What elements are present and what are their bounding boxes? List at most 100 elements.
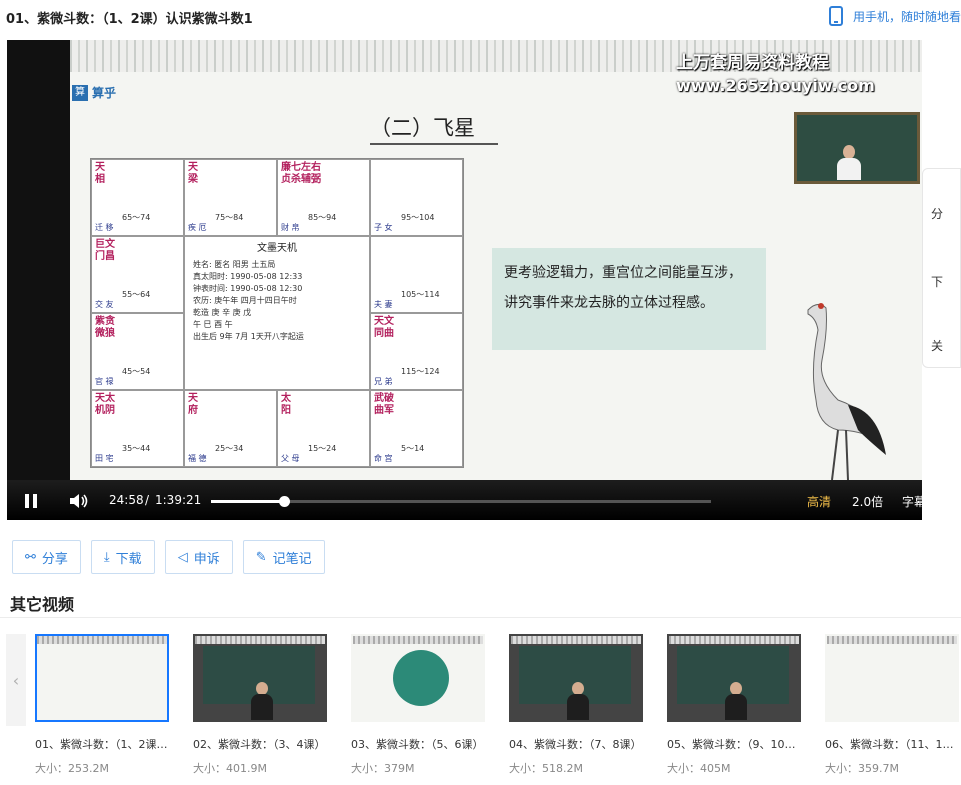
chart-cell: 武破 曲军 5～14 命 宫 xyxy=(370,390,463,467)
mobile-watch-label: 用手机，随时随地看 xyxy=(852,9,961,24)
megaphone-icon: ◁ xyxy=(177,549,188,565)
watermark-url: www.265zhouyiw.com xyxy=(676,76,875,95)
center-row: 农历: 庚午年 四月十四日午时 xyxy=(193,296,297,305)
subtitle-button[interactable]: 字幕 xyxy=(902,493,922,510)
video-item-title[interactable]: 01、紫微斗数：（1、2课）认识紫微斗数1 xyxy=(35,736,169,752)
center-row: 出生后 9年 7月 1天开八字起运 xyxy=(193,332,304,341)
cell-palace: 福 德 xyxy=(188,454,207,463)
video-item-title[interactable]: 03、紫微斗数：（5、6课） xyxy=(351,736,485,752)
video-title: 01、紫微斗数：（1、2课）认识紫微斗数1 xyxy=(6,12,253,27)
download-label: 下载 xyxy=(115,551,142,567)
download-button[interactable]: ⤓ 下载 xyxy=(90,540,155,574)
chart-cell: 廉七左右 贞杀辅弼 85～94 财 帛 xyxy=(277,159,370,236)
chart-cell: 天 梁 75～84 疾 厄 xyxy=(184,159,277,236)
video-thumbnail[interactable] xyxy=(351,634,485,722)
cell-palace: 夫 妻 xyxy=(374,300,393,309)
progress-fill xyxy=(211,500,284,503)
pause-icon[interactable] xyxy=(25,494,37,508)
related-video-item[interactable]: 03、紫微斗数：（5、6课） 大小：379M xyxy=(351,634,485,776)
cell-stars: 太 阳 xyxy=(281,393,291,416)
center-row: 真太阳时: 1990-05-08 12:33 xyxy=(193,272,303,281)
side-floating-panel: 分 下 关 xyxy=(922,168,961,368)
section-divider xyxy=(0,617,961,618)
speed-button[interactable]: 2.0倍 xyxy=(852,493,883,510)
cell-palace: 命 宫 xyxy=(374,454,393,463)
top-bar: 01、紫微斗数：（1、2课）认识紫微斗数1 用手机，随时随地看 xyxy=(0,0,961,34)
related-video-item[interactable]: 05、紫微斗数：（9、10课） 大小：405M xyxy=(667,634,801,776)
chart-cell: 天 府 25～34 福 德 xyxy=(184,390,277,467)
slide-heading: （二）飞星 xyxy=(370,116,475,140)
cell-palace: 疾 厄 xyxy=(188,223,207,232)
notes-label: 记笔记 xyxy=(272,551,312,567)
center-title: 文墨天机 xyxy=(257,243,297,254)
instructor-camera xyxy=(794,112,920,184)
related-section-title: 其它视频 xyxy=(10,595,75,614)
cell-palace: 官 禄 xyxy=(95,377,114,386)
cell-stars: 巨文 门昌 xyxy=(95,239,115,262)
report-button[interactable]: ◁ 申诉 xyxy=(164,540,233,574)
related-video-item[interactable]: 01、紫微斗数：（1、2课）认识紫微斗数1 大小：253.2M xyxy=(35,634,169,776)
video-item-title[interactable]: 06、紫微斗数：（11、12课） xyxy=(825,736,959,752)
video-thumbnail[interactable] xyxy=(667,634,801,722)
current-time: 24:58 xyxy=(109,493,144,507)
slide-note: 更考验逻辑力，重宫位之间能量互涉，讲究事件来龙去脉的立体过程感。 xyxy=(492,248,766,350)
chart-cell: 巨文 门昌 55～64 交 友 xyxy=(91,236,184,313)
instructor-figure xyxy=(837,145,861,181)
chart-cell: 太 阳 15～24 父 母 xyxy=(277,390,370,467)
related-video-item[interactable]: 02、紫微斗数：（3、4课） 大小：401.9M xyxy=(193,634,327,776)
cell-stars: 廉七左右 贞杀辅弼 xyxy=(281,162,321,185)
video-item-size: 大小：253.2M xyxy=(35,762,109,775)
video-item-title[interactable]: 05、紫微斗数：（9、10课） xyxy=(667,736,801,752)
video-thumbnail[interactable] xyxy=(509,634,643,722)
pencil-icon: ✎ xyxy=(255,549,267,565)
video-thumbnail[interactable] xyxy=(193,634,327,722)
related-video-item[interactable]: 06、紫微斗数：（11、12课） 大小：359.7M xyxy=(825,634,959,776)
related-carousel: ‹ 01、紫微斗数：（1、2课）认识紫微斗数1 大小：253.2M 02、紫微斗… xyxy=(0,630,961,785)
video-player[interactable]: 算 算乎 上万套周易资料教程 www.265zhouyiw.com （二）飞星 … xyxy=(7,40,922,520)
download-icon: ⤓ xyxy=(103,549,110,565)
chart-cell: 紫贪 微狼 45～54 官 禄 xyxy=(91,313,184,390)
player-controls: 24:58 / 1:39:21 高清 2.0倍 字幕 xyxy=(7,480,922,520)
cell-palace: 交 友 xyxy=(95,300,114,309)
video-thumbnail[interactable] xyxy=(35,634,169,722)
carousel-prev-button[interactable]: ‹ xyxy=(6,634,26,726)
video-item-title[interactable]: 04、紫微斗数：（7、8课） xyxy=(509,736,643,752)
center-row: 姓名: 匿名 阳男 土五局 xyxy=(193,260,276,269)
ziwei-chart: 天 相 65～74 迁 移 天 梁 75～84 疾 厄 廉七左右 贞杀辅弼 85… xyxy=(90,158,464,468)
mobile-phone-icon xyxy=(828,6,843,26)
action-bar: ⚯ 分享 ⤓ 下载 ◁ 申诉 ✎ 记笔记 xyxy=(12,540,325,574)
chevron-left-icon: ‹ xyxy=(12,670,20,690)
cell-palace: 财 帛 xyxy=(281,223,300,232)
side-follow-button[interactable]: 关 xyxy=(931,337,943,354)
progress-bar[interactable] xyxy=(211,496,711,507)
cell-stars: 天文 同曲 xyxy=(374,316,394,339)
share-label: 分享 xyxy=(41,551,68,567)
watermark-title: 上万套周易资料教程 xyxy=(676,53,829,73)
video-item-size: 大小：379M xyxy=(351,762,415,775)
video-thumbnail[interactable] xyxy=(825,634,959,722)
logo-text: 算乎 xyxy=(92,86,117,100)
chart-cell: 95～104 子 女 xyxy=(370,159,463,236)
time-separator: / xyxy=(145,493,150,507)
share-icon: ⚯ xyxy=(25,549,36,565)
crane-illustration xyxy=(807,303,886,480)
mobile-watch-link[interactable]: 用手机，随时随地看 xyxy=(828,6,961,26)
cell-palace: 子 女 xyxy=(374,223,393,232)
progress-handle[interactable] xyxy=(279,496,290,507)
quality-button[interactable]: 高清 xyxy=(807,493,831,510)
related-video-item[interactable]: 04、紫微斗数：（7、8课） 大小：518.2M xyxy=(509,634,643,776)
video-item-title[interactable]: 02、紫微斗数：（3、4课） xyxy=(193,736,327,752)
heading-underline xyxy=(370,143,498,145)
chart-center-info: 文墨天机 姓名: 匿名 阳男 土五局 真太阳时: 1990-05-08 12:3… xyxy=(184,236,370,390)
notes-button[interactable]: ✎ 记笔记 xyxy=(242,540,325,574)
volume-icon[interactable] xyxy=(69,493,89,509)
share-button[interactable]: ⚯ 分享 xyxy=(12,540,81,574)
center-row: 乾造 庚 辛 庚 戊 xyxy=(193,308,252,317)
side-download-button[interactable]: 下 xyxy=(931,273,943,290)
chart-cell: 天 相 65～74 迁 移 xyxy=(91,159,184,236)
side-share-button[interactable]: 分 xyxy=(931,205,943,222)
cell-stars: 武破 曲军 xyxy=(374,393,394,416)
video-item-size: 大小：518.2M xyxy=(509,762,583,775)
logo-mark-icon: 算 xyxy=(72,84,88,101)
cell-stars: 天 府 xyxy=(188,393,198,416)
